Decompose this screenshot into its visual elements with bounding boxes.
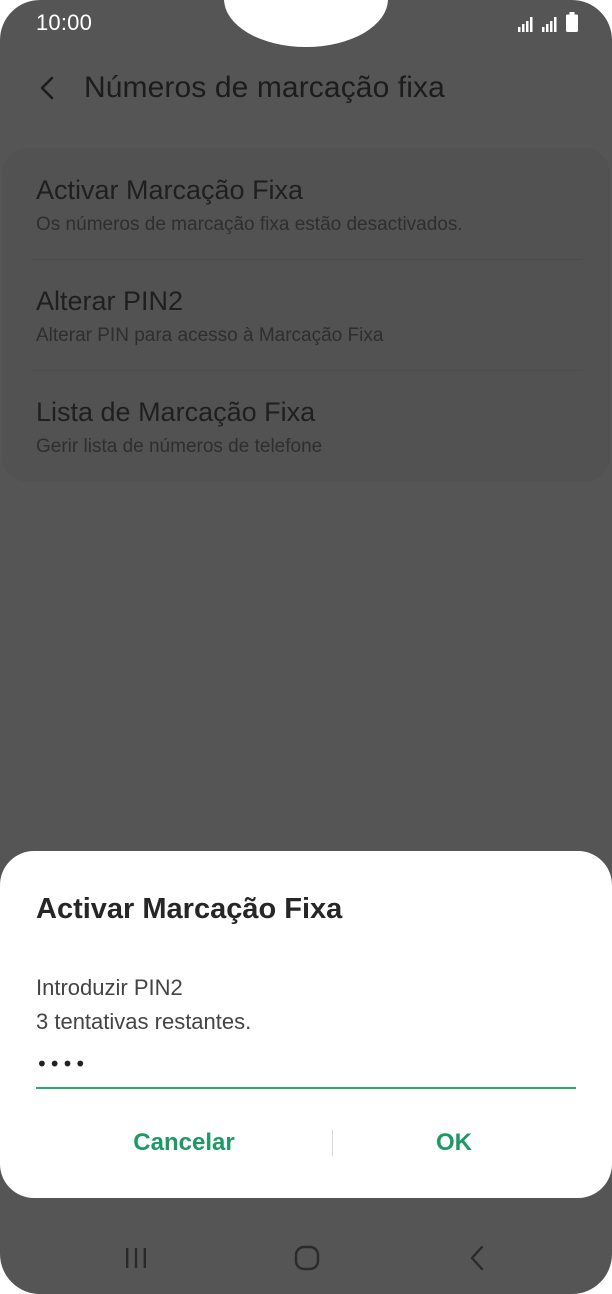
- settings-card: Activar Marcação Fixa Os números de marc…: [2, 148, 610, 482]
- status-time: 10:00: [36, 10, 93, 35]
- signal-sim2-icon: [542, 17, 557, 32]
- dialog-title: Activar Marcação Fixa: [36, 893, 343, 925]
- home-icon: [294, 1245, 320, 1271]
- home-button[interactable]: [279, 1234, 335, 1282]
- pin2-input[interactable]: [36, 1041, 576, 1089]
- recent-apps-button[interactable]: [108, 1234, 164, 1282]
- settings-item-title: Lista de Marcação Fixa: [36, 397, 316, 427]
- signal-sim1-icon: [518, 17, 533, 32]
- status-icons: [518, 12, 578, 32]
- settings-item-change-pin2[interactable]: Alterar PIN2 Alterar PIN para acesso à M…: [2, 260, 610, 370]
- settings-item-title: Alterar PIN2: [36, 286, 184, 316]
- app-bar: Números de marcação fixa: [0, 56, 612, 126]
- pin2-dialog: Activar Marcação Fixa Introduzir PIN2 3 …: [0, 851, 612, 1198]
- page-title: Números de marcação fixa: [84, 71, 445, 104]
- ok-button[interactable]: OK: [304, 1117, 604, 1169]
- settings-item-subtitle: Os números de marcação fixa estão desact…: [36, 214, 463, 235]
- nav-back-button[interactable]: [450, 1234, 506, 1282]
- settings-item-fdn-list[interactable]: Lista de Marcação Fixa Gerir lista de nú…: [2, 371, 610, 481]
- battery-icon: [566, 12, 578, 32]
- dialog-message-line1: Introduzir PIN2: [36, 975, 183, 1000]
- settings-item-subtitle: Alterar PIN para acesso à Marcação Fixa: [36, 325, 384, 346]
- cancel-button[interactable]: Cancelar: [34, 1117, 334, 1169]
- back-icon: [470, 1245, 484, 1271]
- navigation-bar: [0, 1222, 612, 1294]
- settings-item-subtitle: Gerir lista de números de telefone: [36, 436, 323, 457]
- settings-item-title: Activar Marcação Fixa: [36, 175, 304, 205]
- phone-screen: 10:00 Números de marcação fixa Activar M…: [0, 0, 612, 1294]
- dialog-message-line2: 3 tentativas restantes.: [36, 1009, 252, 1034]
- settings-item-enable-fdn[interactable]: Activar Marcação Fixa Os números de marc…: [2, 148, 610, 258]
- recent-apps-icon: [126, 1248, 146, 1268]
- back-button[interactable]: [30, 70, 66, 106]
- chevron-left-icon: [40, 76, 54, 100]
